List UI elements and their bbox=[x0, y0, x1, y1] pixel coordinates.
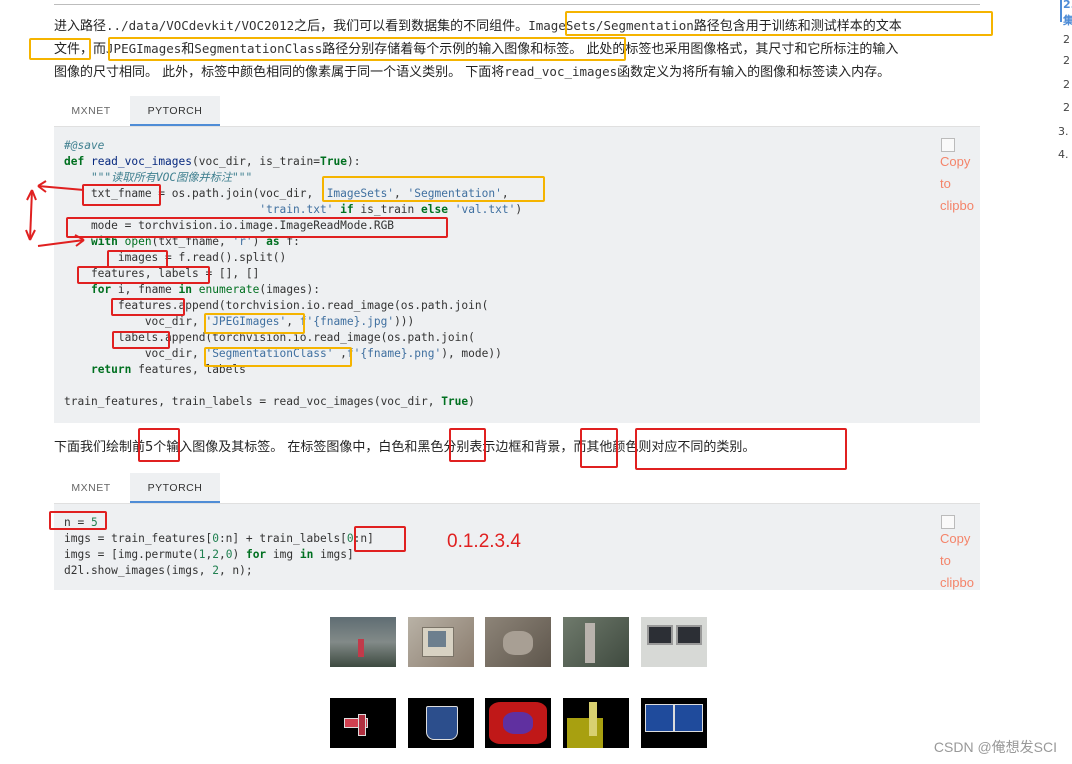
code-line: features.append(torchvision.io.read_imag… bbox=[64, 299, 489, 312]
output-label-4 bbox=[563, 698, 629, 748]
output-image-3 bbox=[485, 617, 551, 667]
code-line: def read_voc_images(voc_dir, is_train=Tr… bbox=[64, 155, 361, 168]
framework-tabs-1: MXNET PYTORCH bbox=[54, 96, 980, 127]
copy-to-clipboard-button[interactable]: Copy to clipbo bbox=[940, 151, 982, 217]
code-line: imgs = train_features[0:n] + train_label… bbox=[64, 532, 374, 545]
output-image-4 bbox=[563, 617, 629, 667]
tab-mxnet[interactable]: MXNET bbox=[54, 96, 128, 126]
toc-item[interactable]: 4. bbox=[1058, 148, 1069, 161]
code-line: images = f.read().split() bbox=[64, 251, 287, 264]
framework-tabs-2: MXNET PYTORCH bbox=[54, 473, 980, 504]
intro-paragraph: 进入路径../data/VOCdevkit/VOC2012之后，我们可以看到数据… bbox=[54, 15, 984, 84]
toc-item[interactable]: 2 bbox=[1063, 101, 1070, 114]
code-line: txt_fname = os.path.join(voc_dir, 'Image… bbox=[64, 187, 509, 200]
code-block-1: #@save def read_voc_images(voc_dir, is_t… bbox=[54, 127, 980, 423]
code-line: features, labels = [], [] bbox=[64, 267, 260, 280]
code-line: voc_dir, 'SegmentationClass' ,f'{fname}.… bbox=[64, 347, 502, 360]
annotation-arrows bbox=[25, 180, 85, 247]
annotation-indices: 0.1.2.3.4 bbox=[447, 531, 521, 552]
watermark: CSDN @俺想发SCI bbox=[933, 739, 1057, 755]
intro-line-2: 文件，而JPEGImages和SegmentationClass路径分别存储着每… bbox=[54, 41, 899, 57]
show-images-text: 下面我们绘制前5个输入图像及其标签。 在标签图像中，白色和黑色分别表示边框和背景… bbox=[54, 440, 756, 455]
intro-line-1: 进入路径../data/VOCdevkit/VOC2012之后，我们可以看到数据… bbox=[54, 18, 902, 34]
output-label-5 bbox=[641, 698, 707, 748]
tab-pytorch[interactable]: PYTORCH bbox=[130, 96, 220, 126]
code-line: labels.append(torchvision.io.read_image(… bbox=[64, 331, 475, 344]
output-label-1 bbox=[330, 698, 396, 748]
table-of-contents: 2. 集 2 2 2 2 3. 4. bbox=[1058, 0, 1072, 180]
code-line: 'train.txt' if is_train else 'val.txt') bbox=[259, 203, 523, 216]
toc-item[interactable]: 2. bbox=[1063, 0, 1072, 11]
toc-item[interactable]: 3. bbox=[1058, 125, 1069, 138]
intro-line-3: 图像的尺寸相同。 此外，标签中颜色相同的像素属于同一个语义类别。 下面将read… bbox=[54, 64, 891, 80]
toc-item[interactable]: 2 bbox=[1063, 33, 1070, 46]
code-line: n = 5 bbox=[64, 516, 98, 529]
copy-icon[interactable] bbox=[941, 515, 955, 529]
output-image-5 bbox=[641, 617, 707, 667]
show-images-paragraph: 下面我们绘制前5个输入图像及其标签。 在标签图像中，白色和黑色分别表示边框和背景… bbox=[54, 437, 984, 459]
tab-pytorch[interactable]: PYTORCH bbox=[130, 473, 220, 503]
toc-item[interactable]: 集 bbox=[1063, 12, 1072, 28]
output-label-3 bbox=[485, 698, 551, 748]
code-line: d2l.show_images(imgs, 2, n); bbox=[64, 564, 253, 577]
code-line: return features, labels bbox=[90, 363, 246, 376]
code-line: for i, fname in enumerate(images): bbox=[90, 283, 321, 296]
toc-item[interactable]: 2 bbox=[1063, 78, 1070, 91]
code-line: voc_dir, 'JPEGImages', f'{fname}.jpg'))) bbox=[64, 315, 415, 328]
top-divider bbox=[54, 0, 980, 5]
output-image-1 bbox=[330, 617, 396, 667]
toc-item[interactable]: 2 bbox=[1063, 54, 1070, 67]
code-line: train_features, train_labels = read_voc_… bbox=[64, 395, 475, 408]
output-label-2 bbox=[408, 698, 474, 748]
copy-to-clipboard-button[interactable]: Copy to clipbo bbox=[940, 528, 982, 594]
code-line: """读取所有VOC图像并标注""" bbox=[64, 171, 253, 184]
output-image-2 bbox=[408, 617, 474, 667]
code-line: mode = torchvision.io.image.ImageReadMod… bbox=[64, 219, 395, 232]
tab-mxnet[interactable]: MXNET bbox=[54, 473, 128, 503]
copy-icon[interactable] bbox=[941, 138, 955, 152]
code-line: with open(txt_fname, 'r') as f: bbox=[90, 235, 300, 248]
code-line: #@save bbox=[64, 139, 105, 152]
code-line: imgs = [img.permute(1,2,0) for img in im… bbox=[64, 548, 354, 561]
